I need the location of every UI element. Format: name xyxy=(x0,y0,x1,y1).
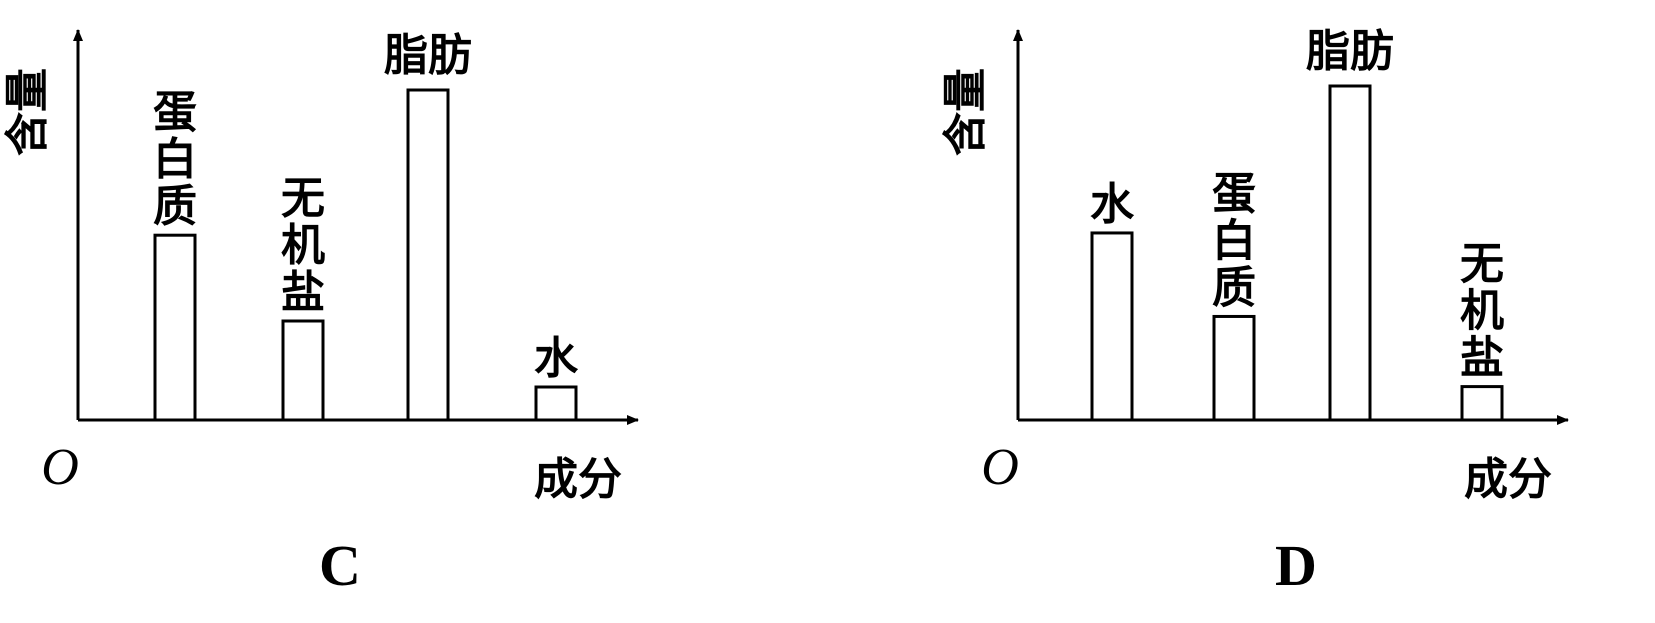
bar-无机盐 xyxy=(281,319,325,422)
x-axis-label: 成分 xyxy=(534,454,622,505)
panel-caption: C xyxy=(319,533,361,598)
bar-脂肪 xyxy=(1328,84,1372,422)
bar-label: 脂肪 xyxy=(1306,26,1394,77)
bar-label: 脂肪 xyxy=(384,30,472,81)
origin-label: O xyxy=(981,439,1019,496)
y-axis-label: 含量 xyxy=(940,68,991,156)
bar-水 xyxy=(1090,231,1134,422)
bar-蛋白质 xyxy=(153,233,197,422)
bar-label: 无机盐 xyxy=(281,173,325,318)
bar-脂肪 xyxy=(406,88,450,422)
bar-label: 蛋白质 xyxy=(153,87,197,232)
chart-panel-C: 含量 O 成分 蛋白质无机盐 脂肪水 C xyxy=(2,29,639,598)
bar-label: 无机盐 xyxy=(1460,239,1504,384)
y-axis-label: 含量 xyxy=(2,68,53,156)
bar-label: 蛋白质 xyxy=(1212,168,1256,313)
bar-水 xyxy=(534,385,578,422)
chart-panel-D: 含量 O 成分 水 蛋白质 脂肪无机盐 D xyxy=(940,26,1569,598)
bar-蛋白质 xyxy=(1212,314,1256,422)
origin-label: O xyxy=(41,439,79,496)
figure-svg: 含量O 成分蛋白质 无机盐脂肪水C含量O 成分水 蛋白质脂肪无机盐D xyxy=(2,26,1569,598)
panel-caption: D xyxy=(1275,533,1317,598)
bar-label: 水 xyxy=(1090,179,1135,230)
bar-无机盐 xyxy=(1460,385,1504,422)
bar-label: 水 xyxy=(534,333,579,384)
figure: 含量 O 成分 蛋白质 无机盐 脂肪水 C 含量 O 成分水蛋白质 脂肪 无机盐 D xyxy=(0,0,1655,618)
x-axis-label: 成分 xyxy=(1464,454,1552,505)
